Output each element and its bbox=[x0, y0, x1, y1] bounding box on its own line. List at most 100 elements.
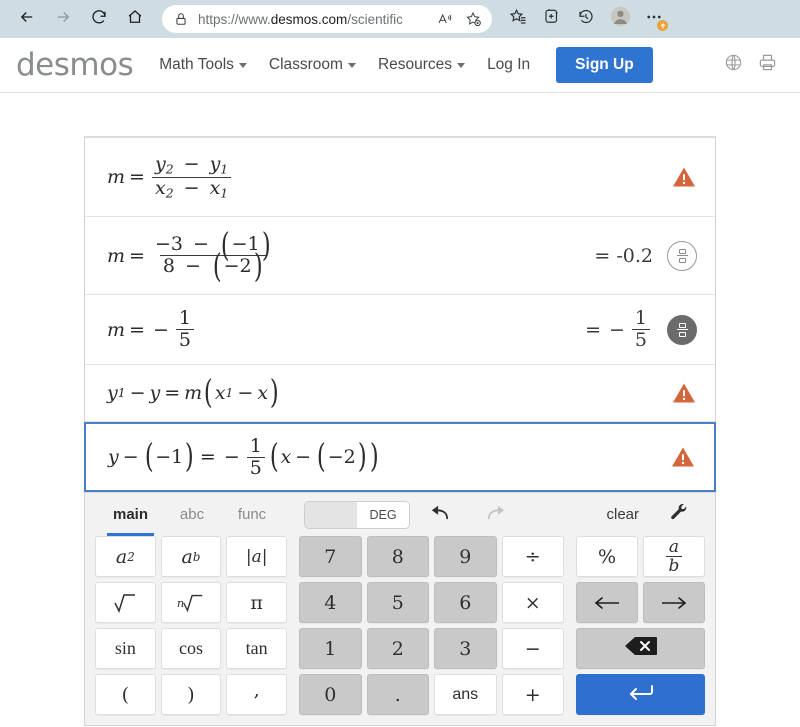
key-5[interactable]: 5 bbox=[366, 582, 429, 623]
calculator-area: m = y2 − y1 x2 − x1 m = −3 − (−1) 8 − (−2)… bbox=[0, 93, 800, 726]
expression-content-3: m = − 15 bbox=[107, 308, 581, 350]
redo-arrow-icon bbox=[486, 504, 508, 526]
clear-button[interactable]: clear bbox=[588, 493, 657, 536]
key-ans[interactable]: ans bbox=[434, 674, 497, 715]
key-minus[interactable]: − bbox=[501, 628, 564, 669]
keypad-tab-main[interactable]: main bbox=[99, 493, 162, 536]
key-absolute-value[interactable]: |a| bbox=[226, 536, 287, 577]
warning-triangle-icon[interactable] bbox=[671, 165, 697, 189]
forward-button[interactable] bbox=[46, 4, 80, 34]
refresh-icon bbox=[90, 8, 108, 31]
key-nth-root[interactable]: n bbox=[160, 582, 222, 623]
key-backspace[interactable] bbox=[576, 628, 705, 669]
key-enter[interactable] bbox=[576, 674, 705, 715]
history-button[interactable] bbox=[570, 4, 602, 34]
key-9[interactable]: 9 bbox=[434, 536, 497, 577]
expression-content-4: y1 − y = m(x 1 − x) bbox=[107, 373, 279, 412]
nav-item-math-tools[interactable]: Math Tools bbox=[159, 56, 247, 74]
key-pi[interactable]: π bbox=[226, 582, 287, 623]
fraction-glyph bbox=[676, 322, 688, 337]
nav-item-classroom[interactable]: Classroom bbox=[269, 56, 356, 74]
key-cos[interactable]: cos bbox=[160, 628, 222, 669]
key-plus[interactable]: + bbox=[501, 674, 564, 715]
expression-row-3[interactable]: m = − 15 = − 15 bbox=[85, 295, 715, 365]
favorites-button[interactable] bbox=[502, 4, 534, 34]
undo-button[interactable] bbox=[410, 493, 468, 536]
back-button[interactable] bbox=[10, 4, 44, 34]
printer-icon bbox=[758, 53, 777, 77]
expression-result-2: = -0.2 bbox=[594, 244, 653, 267]
enter-return-icon bbox=[627, 683, 655, 706]
more-settings-button[interactable] bbox=[638, 4, 670, 34]
read-aloud-icon[interactable] bbox=[434, 8, 456, 30]
expression-content-1: m = y2 − y1 x2 − x1 bbox=[107, 153, 671, 201]
angle-mode-rad-option[interactable] bbox=[305, 501, 358, 528]
expression-row-4[interactable]: y1 − y = m(x 1 − x) bbox=[85, 365, 715, 422]
history-icon bbox=[577, 8, 595, 31]
angle-mode-toggle[interactable]: DEG bbox=[304, 500, 411, 529]
warning-triangle-icon[interactable] bbox=[671, 381, 697, 405]
key-arrow-right[interactable] bbox=[643, 582, 705, 623]
chevron-down-icon bbox=[347, 62, 356, 68]
redo-button[interactable] bbox=[468, 493, 526, 536]
key-a-power-b[interactable]: ab bbox=[160, 536, 222, 577]
lock-icon bbox=[170, 8, 192, 30]
desmos-logo[interactable]: desmos bbox=[16, 47, 134, 83]
key-1[interactable]: 1 bbox=[299, 628, 362, 669]
key-4[interactable]: 4 bbox=[299, 582, 362, 623]
backspace-icon bbox=[624, 635, 658, 662]
key-6[interactable]: 6 bbox=[434, 582, 497, 623]
fraction-a-over-b-icon: ab bbox=[665, 537, 683, 576]
keypad-tab-abc[interactable]: abc bbox=[162, 493, 222, 536]
expression-row-2[interactable]: m = −3 − (−1) 8 − (−2) = -0.2 bbox=[85, 217, 715, 295]
nav-item-log-in[interactable]: Log In bbox=[487, 56, 530, 74]
collections-button[interactable] bbox=[536, 4, 568, 34]
key-left-paren[interactable]: ( bbox=[95, 674, 156, 715]
fraction-numeric-slope: −3 − (−1) 8 − (−2) bbox=[154, 225, 271, 286]
keypad-tab-func[interactable]: func bbox=[222, 493, 282, 536]
refresh-button[interactable] bbox=[82, 4, 116, 34]
profile-avatar-icon bbox=[610, 6, 631, 32]
key-divide[interactable]: ÷ bbox=[501, 536, 564, 577]
key-square-root[interactable] bbox=[95, 582, 156, 623]
key-percent[interactable]: % bbox=[576, 536, 638, 577]
print-button[interactable] bbox=[750, 48, 784, 82]
key-tan[interactable]: tan bbox=[226, 628, 287, 669]
keypad-editing-group: % ab bbox=[576, 536, 705, 715]
address-bar[interactable]: https://www.desmos.com/scientific bbox=[162, 5, 492, 33]
key-sin[interactable]: sin bbox=[95, 628, 156, 669]
key-fraction[interactable]: ab bbox=[643, 536, 705, 577]
sign-up-button[interactable]: Sign Up bbox=[556, 47, 653, 83]
back-arrow-icon bbox=[18, 8, 36, 31]
url-scheme: https://www. bbox=[198, 11, 271, 27]
key-multiply[interactable]: × bbox=[501, 582, 564, 623]
language-button[interactable] bbox=[716, 48, 750, 82]
key-0[interactable]: 0 bbox=[299, 674, 362, 715]
nav-item-resources[interactable]: Resources bbox=[377, 56, 466, 74]
key-7[interactable]: 7 bbox=[299, 536, 362, 577]
expression-row-5-focused[interactable]: y − (−1) = − 15 (x − (−2)) bbox=[84, 422, 716, 492]
key-decimal-point[interactable]: . bbox=[366, 674, 429, 715]
warning-triangle-icon[interactable] bbox=[670, 445, 696, 469]
key-8[interactable]: 8 bbox=[366, 536, 429, 577]
key-comma[interactable]: , bbox=[226, 674, 287, 715]
home-button[interactable] bbox=[118, 4, 152, 34]
fraction-toggle-icon-row-2[interactable] bbox=[667, 240, 697, 271]
key-2[interactable]: 2 bbox=[366, 628, 429, 669]
expression-row-1[interactable]: m = y2 − y1 x2 − x1 bbox=[85, 138, 715, 217]
add-favorite-star-icon[interactable] bbox=[462, 8, 484, 30]
expression-result-3: = − 15 bbox=[581, 308, 653, 350]
favorites-list-icon bbox=[509, 8, 527, 31]
expression-content-5: y − (−1) = − 15 (x − (−2)) bbox=[108, 434, 380, 479]
fraction-toggle-icon-row-3[interactable] bbox=[667, 314, 697, 345]
keypad-numeric-group: 7 8 9 ÷ 4 5 6 × 1 2 3 − 0 . ans + bbox=[299, 536, 564, 715]
keypad-settings-button[interactable] bbox=[657, 493, 701, 536]
nav-item-resources-label: Resources bbox=[377, 56, 453, 73]
key-arrow-left[interactable] bbox=[576, 582, 638, 623]
key-3[interactable]: 3 bbox=[434, 628, 497, 669]
globe-language-icon bbox=[724, 53, 743, 77]
key-right-paren[interactable]: ) bbox=[160, 674, 222, 715]
key-a-squared[interactable]: a2 bbox=[95, 536, 156, 577]
angle-mode-deg-option[interactable]: DEG bbox=[357, 501, 410, 528]
profile-button[interactable] bbox=[604, 4, 636, 34]
